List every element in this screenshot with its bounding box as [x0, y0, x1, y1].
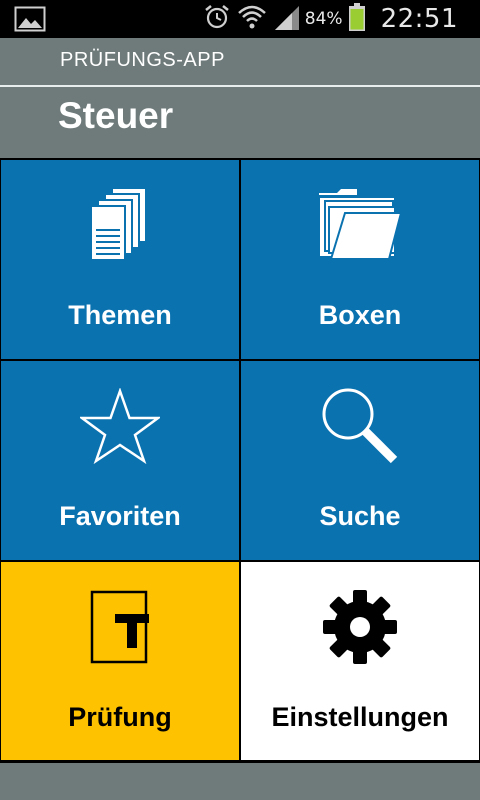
star-icon: [1, 361, 239, 491]
tile-label-suche: Suche: [319, 501, 401, 531]
app-name: PRÜFUNGS-APP: [60, 49, 225, 71]
documents-icon: [1, 160, 239, 290]
tile-favoriten[interactable]: Favoriten: [1, 361, 239, 560]
tile-label-themen: Themen: [68, 300, 172, 330]
status-bar: 84% 22:51: [0, 0, 480, 38]
gear-icon: [241, 562, 479, 692]
tile-suche[interactable]: Suche: [241, 361, 479, 560]
tile-pruefung[interactable]: Prüfung: [1, 562, 239, 760]
search-icon: [241, 361, 479, 491]
header-divider: [0, 85, 480, 87]
bottom-bar: [0, 763, 480, 800]
tile-label-boxen: Boxen: [318, 300, 402, 330]
folder-icon: [241, 160, 479, 290]
page-title: Steuer: [58, 95, 174, 136]
alarm-icon: [203, 3, 231, 36]
tile-boxen[interactable]: Boxen: [241, 160, 479, 359]
battery-percent: 84%: [304, 9, 343, 29]
clock: 22:51: [380, 4, 458, 34]
menu-grid: Themen Boxen Favoriten Suche Prüfung Ein…: [0, 158, 480, 763]
signal-icon: [273, 4, 299, 35]
tile-label-favoriten: Favoriten: [59, 501, 181, 531]
status-icons: 84% 22:51: [203, 0, 480, 38]
tile-themen[interactable]: Themen: [1, 160, 239, 359]
tile-label-pruefung: Prüfung: [68, 702, 172, 732]
exam-icon: [1, 562, 239, 692]
wifi-icon: [237, 3, 267, 36]
battery-icon: [348, 2, 365, 36]
gallery-icon: [14, 6, 46, 32]
header: PRÜFUNGS-APP Steuer: [0, 38, 480, 158]
tile-einstellungen[interactable]: Einstellungen: [241, 562, 479, 760]
tile-label-einstellungen: Einstellungen: [271, 702, 449, 732]
